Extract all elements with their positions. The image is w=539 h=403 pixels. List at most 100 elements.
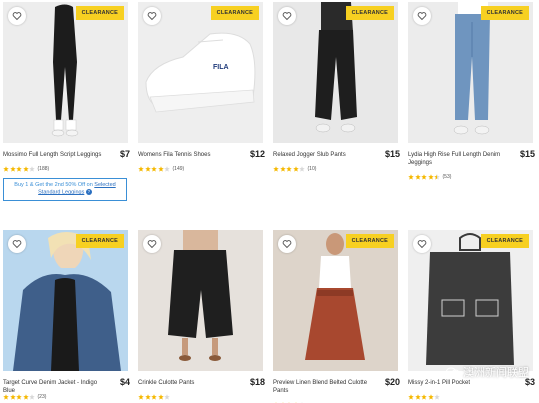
star-icon: [427, 174, 434, 180]
star-icon: [292, 166, 299, 172]
star-icon: [22, 394, 29, 400]
wishlist-button[interactable]: [413, 235, 431, 253]
product-name[interactable]: Target Curve Denim Jacket - Indigo Blue: [3, 379, 103, 395]
wishlist-button[interactable]: [143, 7, 161, 25]
clearance-badge: CLEARANCE: [480, 6, 529, 20]
product-rating: (23): [3, 394, 46, 400]
product-rating: [408, 394, 443, 400]
promo-link-selected[interactable]: Selected: [94, 182, 115, 188]
heart-icon: [12, 12, 22, 21]
product-image[interactable]: CLEARANCE: [273, 230, 398, 371]
star-icon: [299, 166, 305, 172]
wishlist-button[interactable]: [143, 235, 161, 253]
product-rating: (188): [3, 166, 49, 172]
clearance-badge: CLEARANCE: [75, 6, 124, 20]
product-meta: Womens Fila Tennis Shoes $12 (149): [138, 149, 265, 191]
product-meta: Relaxed Jogger Slub Pants $15 (10): [273, 149, 400, 191]
heart-icon: [417, 240, 427, 249]
star-icon: [151, 394, 157, 400]
star-icon: [3, 394, 9, 400]
star-icon: [434, 394, 440, 400]
product-meta: Target Curve Denim Jacket - Indigo Blue …: [3, 377, 130, 403]
product-name[interactable]: Crinkle Culotte Pants: [138, 379, 238, 387]
product-image[interactable]: CLEARANCE: [3, 230, 128, 371]
promo-text: Buy 1 & Get the 2nd 50% Off on: [14, 182, 93, 188]
star-rating: [273, 166, 306, 172]
product-price: $4: [119, 377, 130, 387]
promo-banner[interactable]: Buy 1 & Get the 2nd 50% Off on Selected …: [3, 178, 127, 201]
star-icon: [22, 166, 29, 172]
chat-bubble-icon: [446, 367, 460, 377]
star-rating: [3, 166, 36, 172]
product-rating: (53): [408, 174, 451, 180]
clearance-badge: CLEARANCE: [345, 6, 394, 20]
star-icon: [157, 166, 164, 172]
product-meta: Missy 2-in-1 Pill Pocket $3: [408, 377, 535, 403]
product-image[interactable]: CLEARANCE: [408, 230, 533, 371]
star-icon: [9, 394, 16, 400]
heart-icon: [417, 12, 427, 21]
product-image[interactable]: CLEARANCE: [273, 2, 398, 143]
heart-icon: [12, 240, 22, 249]
product-meta: Crinkle Culotte Pants $18: [138, 377, 265, 403]
product-image[interactable]: CLEARANCE: [3, 2, 128, 143]
star-rating: [3, 394, 36, 400]
star-icon: [408, 174, 414, 180]
review-count: (53): [442, 174, 452, 180]
review-count: (23): [37, 394, 47, 400]
star-icon: [427, 394, 434, 400]
product-image[interactable]: [138, 230, 263, 371]
wishlist-button[interactable]: [8, 235, 26, 253]
product-name[interactable]: Lydia High Rise Full Length Denim Jeggin…: [408, 151, 508, 167]
star-icon: [164, 394, 170, 400]
wishlist-button[interactable]: [8, 7, 26, 25]
product-image[interactable]: FILA CLEARANCE: [138, 2, 263, 143]
product-name[interactable]: Preview Linen Blend Belted Culotte Pants: [273, 379, 373, 395]
star-icon: [151, 166, 157, 172]
product-price: $20: [384, 377, 400, 387]
star-icon: [144, 166, 151, 172]
wishlist-button[interactable]: [278, 235, 296, 253]
info-icon[interactable]: ?: [85, 189, 92, 195]
watermark: 澳洲新闻联盟: [446, 364, 529, 380]
product-image[interactable]: CLEARANCE: [408, 2, 533, 143]
review-count: (10): [307, 166, 317, 172]
star-rating: [138, 166, 171, 172]
product-name[interactable]: Relaxed Jogger Slub Pants: [273, 151, 373, 159]
star-icon: [286, 166, 292, 172]
product-name[interactable]: Womens Fila Tennis Shoes: [138, 151, 238, 159]
star-icon: [29, 394, 35, 400]
heart-icon: [147, 12, 157, 21]
product-rating: [138, 394, 173, 400]
product-name[interactable]: Missy 2-in-1 Pill Pocket: [408, 379, 508, 387]
product-price: $18: [249, 377, 265, 387]
wishlist-button[interactable]: [413, 7, 431, 25]
star-icon: [16, 394, 22, 400]
clearance-badge: CLEARANCE: [75, 234, 124, 248]
star-icon: [157, 394, 164, 400]
svg-text:FILA: FILA: [213, 64, 229, 71]
product-rating: (10): [273, 166, 316, 172]
review-count: (149): [172, 166, 185, 172]
wishlist-button[interactable]: [278, 7, 296, 25]
star-icon: [29, 166, 35, 172]
watermark-text: 澳洲新闻联盟: [463, 367, 529, 379]
star-icon: [414, 394, 421, 400]
heart-icon: [282, 240, 292, 249]
star-icon: [421, 174, 427, 180]
star-rating: [408, 174, 441, 180]
product-price: $7: [119, 149, 130, 159]
star-icon: [273, 166, 279, 172]
product-rating: (149): [138, 166, 184, 172]
product-meta: Preview Linen Blend Belted Culotte Pants…: [273, 377, 400, 403]
product-name[interactable]: Mossimo Full Length Script Leggings: [3, 151, 103, 159]
product-price: $12: [249, 149, 265, 159]
promo-link-leggings[interactable]: Standard Leggings: [38, 189, 84, 195]
star-rating: [408, 394, 441, 400]
star-icon: [16, 166, 22, 172]
star-icon: [414, 174, 421, 180]
product-meta: Lydia High Rise Full Length Denim Jeggin…: [408, 149, 535, 191]
star-icon: [279, 166, 286, 172]
clearance-badge: CLEARANCE: [210, 6, 259, 20]
star-icon: [408, 394, 414, 400]
